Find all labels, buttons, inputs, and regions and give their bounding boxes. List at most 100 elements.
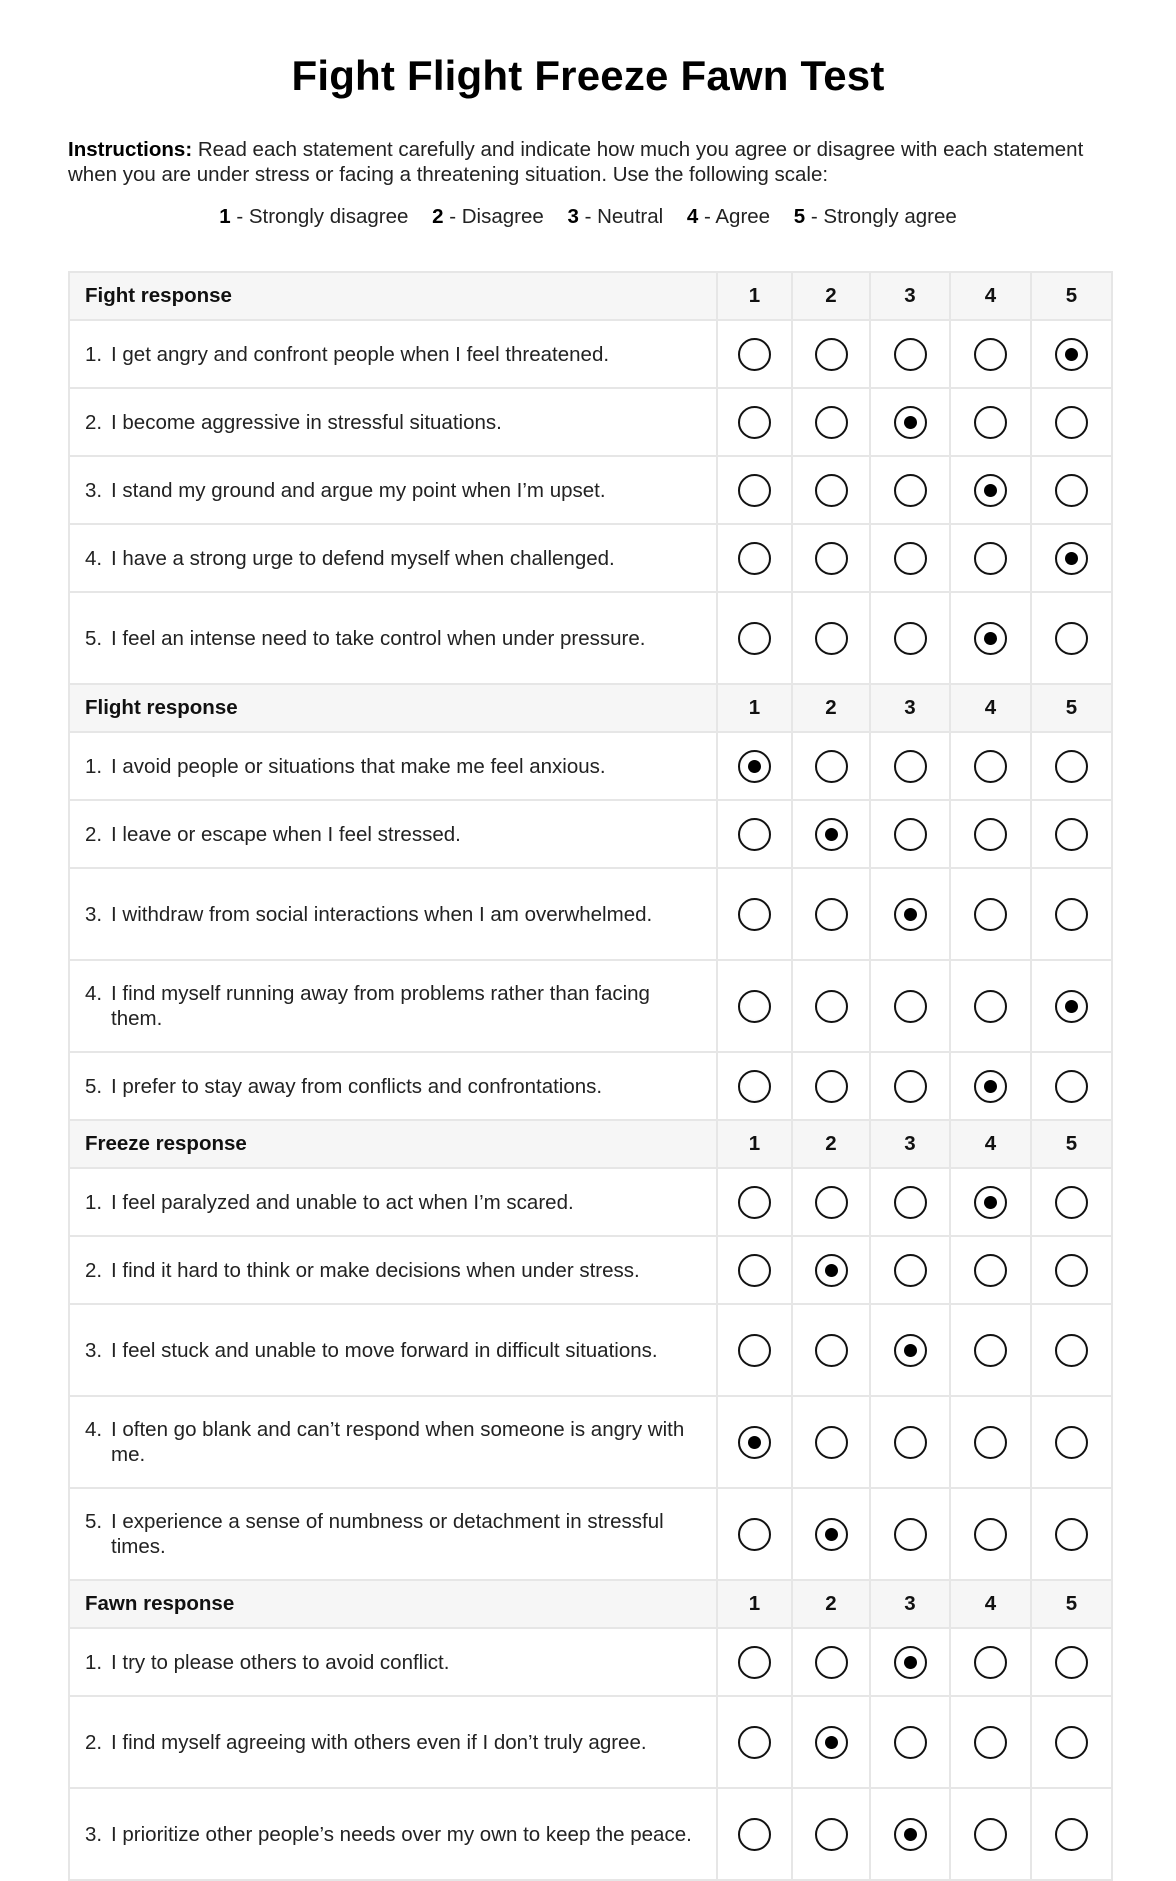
rating-cell-5	[1030, 1051, 1113, 1121]
radio-button[interactable]	[738, 1817, 771, 1851]
radio-button-selected[interactable]	[974, 1185, 1007, 1219]
radio-button[interactable]	[814, 1817, 848, 1851]
radio-button[interactable]	[814, 1069, 848, 1103]
radio-button[interactable]	[738, 473, 771, 507]
radio-button[interactable]	[1055, 1517, 1088, 1551]
radio-button[interactable]	[893, 1069, 927, 1103]
radio-button[interactable]	[738, 1645, 771, 1679]
question-number: 3.	[85, 902, 103, 926]
radio-button-selected[interactable]	[893, 897, 927, 931]
radio-button[interactable]	[893, 541, 927, 575]
rating-cell-3	[869, 731, 951, 801]
radio-button[interactable]	[1055, 405, 1088, 439]
radio-button[interactable]	[893, 337, 927, 371]
radio-button[interactable]	[1055, 749, 1088, 783]
radio-button[interactable]	[1055, 1069, 1088, 1103]
radio-button[interactable]	[738, 405, 771, 439]
radio-button-selected[interactable]	[974, 621, 1007, 655]
radio-button[interactable]	[738, 1517, 771, 1551]
radio-button[interactable]	[738, 621, 771, 655]
radio-button-selected[interactable]	[974, 473, 1007, 507]
section-header-freeze: Freeze response 1 2 3 4 5	[68, 1119, 1113, 1169]
radio-button[interactable]	[974, 817, 1007, 851]
radio-button-selected[interactable]	[1055, 337, 1088, 371]
radio-button[interactable]	[1055, 817, 1088, 851]
radio-button-selected[interactable]	[814, 1517, 848, 1551]
radio-button-selected[interactable]	[738, 1425, 771, 1459]
radio-button-selected[interactable]	[738, 749, 771, 783]
radio-button[interactable]	[738, 1069, 771, 1103]
radio-button[interactable]	[974, 989, 1007, 1023]
radio-button[interactable]	[738, 1185, 771, 1219]
radio-button[interactable]	[893, 749, 927, 783]
radio-button-selected[interactable]	[1055, 541, 1088, 575]
radio-button[interactable]	[1055, 897, 1088, 931]
radio-button[interactable]	[974, 1645, 1007, 1679]
radio-button[interactable]	[814, 541, 848, 575]
radio-button[interactable]	[893, 1517, 927, 1551]
radio-button[interactable]	[893, 1253, 927, 1287]
radio-button-selected[interactable]	[1055, 989, 1088, 1023]
radio-button[interactable]	[974, 337, 1007, 371]
radio-button[interactable]	[974, 1333, 1007, 1367]
radio-button[interactable]	[1055, 621, 1088, 655]
radio-button[interactable]	[893, 473, 927, 507]
radio-button[interactable]	[738, 337, 771, 371]
radio-button[interactable]	[814, 1185, 848, 1219]
radio-button-selected[interactable]	[893, 1645, 927, 1679]
rating-cell-1	[716, 1303, 793, 1397]
radio-button[interactable]	[814, 621, 848, 655]
radio-button[interactable]	[814, 473, 848, 507]
radio-button-selected[interactable]	[893, 405, 927, 439]
radio-button[interactable]	[974, 1425, 1007, 1459]
radio-button[interactable]	[1055, 1817, 1088, 1851]
radio-button[interactable]	[974, 541, 1007, 575]
radio-button[interactable]	[738, 989, 771, 1023]
radio-button-selected[interactable]	[893, 1333, 927, 1367]
radio-button[interactable]	[738, 1253, 771, 1287]
radio-button[interactable]	[1055, 1645, 1088, 1679]
radio-button[interactable]	[974, 405, 1007, 439]
radio-button[interactable]	[1055, 473, 1088, 507]
radio-button[interactable]	[814, 1333, 848, 1367]
radio-button[interactable]	[814, 897, 848, 931]
radio-button[interactable]	[814, 405, 848, 439]
radio-button-selected[interactable]	[974, 1069, 1007, 1103]
radio-button[interactable]	[814, 749, 848, 783]
radio-button[interactable]	[974, 897, 1007, 931]
radio-button[interactable]	[893, 1425, 927, 1459]
radio-button[interactable]	[893, 989, 927, 1023]
radio-button[interactable]	[1055, 1425, 1088, 1459]
radio-button[interactable]	[1055, 1725, 1088, 1759]
radio-button[interactable]	[814, 1645, 848, 1679]
radio-button[interactable]	[974, 1517, 1007, 1551]
radio-button[interactable]	[738, 1333, 771, 1367]
radio-button[interactable]	[974, 1817, 1007, 1851]
radio-button[interactable]	[1055, 1253, 1088, 1287]
radio-button[interactable]	[893, 1185, 927, 1219]
radio-button[interactable]	[893, 621, 927, 655]
radio-button[interactable]	[974, 1253, 1007, 1287]
radio-button-selected[interactable]	[814, 817, 848, 851]
radio-button[interactable]	[738, 541, 771, 575]
radio-button[interactable]	[974, 1725, 1007, 1759]
radio-button[interactable]	[814, 1425, 848, 1459]
radio-button[interactable]	[1055, 1185, 1088, 1219]
radio-button[interactable]	[814, 989, 848, 1023]
radio-button-selected[interactable]	[814, 1253, 848, 1287]
radio-button[interactable]	[1055, 1333, 1088, 1367]
radio-button[interactable]	[893, 1725, 927, 1759]
radio-button[interactable]	[738, 1725, 771, 1759]
radio-button[interactable]	[974, 749, 1007, 783]
question-number: 3.	[85, 478, 103, 502]
question-text: I often go blank and can’t respond when …	[111, 1418, 685, 1466]
radio-button[interactable]	[814, 337, 848, 371]
rating-scale-legend: 1 - Strongly disagree 2 - Disagree 3 - N…	[0, 205, 1176, 229]
question-text: I prioritize other people’s needs over m…	[111, 1822, 692, 1846]
radio-button[interactable]	[738, 897, 771, 931]
radio-button-selected[interactable]	[814, 1725, 848, 1759]
radio-button-selected[interactable]	[893, 1817, 927, 1851]
radio-button[interactable]	[738, 817, 771, 851]
rating-cell-2	[791, 799, 871, 869]
radio-button[interactable]	[893, 817, 927, 851]
